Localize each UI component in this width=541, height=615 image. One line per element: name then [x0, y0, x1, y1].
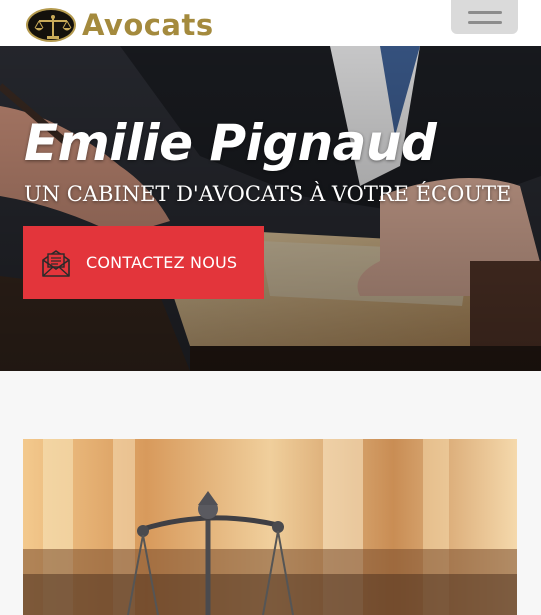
contact-us-label: CONTACTEZ NOUS [86, 253, 238, 272]
hero-title: Emilie Pignaud [24, 114, 437, 172]
logo-text: Avocats [82, 8, 214, 42]
scales-of-justice-icon [26, 8, 76, 42]
hamburger-menu-icon[interactable] [451, 0, 518, 34]
scales-of-justice-icon [23, 439, 517, 615]
site-header: Avocats [0, 0, 541, 46]
contact-us-button[interactable]: CONTACTEZ NOUS [23, 226, 264, 299]
site-logo[interactable]: Avocats [26, 8, 214, 42]
hero-background-image [0, 46, 541, 371]
hero-banner: Emilie Pignaud UN CABINET D'AVOCATS À VO… [0, 46, 541, 371]
courtroom-scales-image [23, 439, 517, 615]
menu-bar [467, 20, 502, 24]
envelope-letter-icon [42, 249, 70, 277]
hero-subtitle: UN CABINET D'AVOCATS À VOTRE ÉCOUTE [24, 182, 512, 206]
menu-bar [467, 10, 502, 14]
content-section [0, 371, 541, 615]
